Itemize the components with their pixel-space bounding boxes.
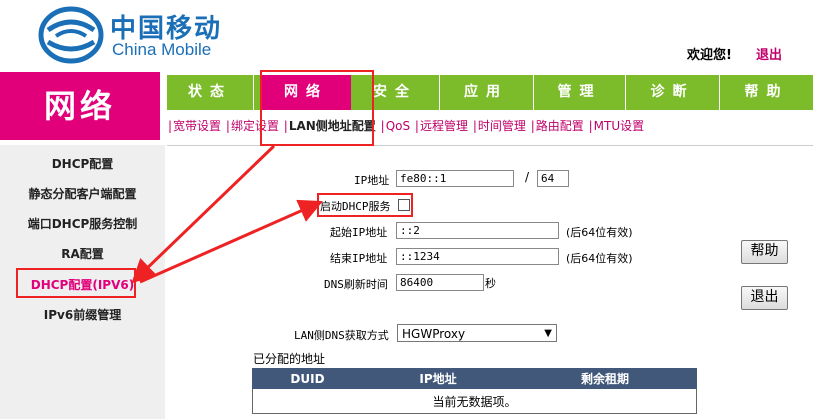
main-tab-bar: 状态 网络 安全 应用 管理 诊断 帮助 <box>167 75 813 110</box>
brand-name-en: China Mobile <box>112 40 212 59</box>
sidebar-item-ipv6-prefix[interactable]: IPv6前缀管理 <box>0 303 165 327</box>
dns-refresh-label: DNS刷新时间 <box>324 278 388 291</box>
end-ip-label: 结束IP地址 <box>330 252 388 265</box>
assigned-title: 已分配的地址 <box>253 352 326 366</box>
tab-application[interactable]: 应用 <box>439 75 534 110</box>
tab-network[interactable]: 网络 <box>261 75 351 110</box>
exit-button[interactable]: 退出 <box>741 286 788 310</box>
column-duid: DUID <box>252 368 363 389</box>
prefix-separator: / <box>525 170 530 184</box>
subnav-time-management[interactable]: 时间管理 <box>478 119 526 133</box>
ip-address-label: IP地址 <box>354 174 390 187</box>
sidebar-item-port-dhcp[interactable]: 端口DHCP服务控制 <box>0 212 165 236</box>
sidebar-item-ra[interactable]: RA配置 <box>0 242 165 266</box>
tab-security[interactable]: 安全 <box>351 75 440 110</box>
subnav-remote-management[interactable]: 远程管理 <box>420 119 468 133</box>
section-title: 网络 <box>0 72 160 140</box>
dns-mode-select[interactable]: HGWProxy ▼ <box>397 324 557 342</box>
tab-status[interactable]: 状态 <box>167 75 254 110</box>
china-mobile-logo: 中国移动 China Mobile <box>38 6 238 64</box>
prefix-length-input[interactable] <box>537 170 569 187</box>
tab-management[interactable]: 管理 <box>534 75 626 110</box>
china-mobile-logo-icon <box>38 6 104 64</box>
dns-refresh-unit: 秒 <box>485 277 496 290</box>
assigned-address-table: DUID IP地址 剩余租期 当前无数据项。 <box>252 368 697 414</box>
logout-link[interactable]: 退出 <box>756 44 782 63</box>
subnav-mtu[interactable]: MTU设置 <box>594 119 644 133</box>
column-remaining-lease: 剩余租期 <box>513 368 697 389</box>
arrow-to-dhcp-service <box>139 199 323 284</box>
subnav-qos[interactable]: QoS <box>386 119 410 133</box>
subnav-binding[interactable]: 绑定设置 <box>231 119 279 133</box>
start-ip-note: (后64位有效) <box>566 226 633 239</box>
end-ip-input[interactable] <box>396 248 559 265</box>
subnav-broadband[interactable]: 宽带设置 <box>173 119 221 133</box>
table-row: 当前无数据项。 <box>252 388 697 414</box>
start-ip-input[interactable] <box>396 222 559 239</box>
dns-mode-value: HGWProxy <box>402 327 466 341</box>
tab-diagnostics[interactable]: 诊断 <box>626 75 720 110</box>
empty-table-message: 当前无数据项。 <box>252 388 697 414</box>
sidebar-item-dhcpv6[interactable]: DHCP配置(IPV6) <box>0 273 165 297</box>
subnav-route-config[interactable]: 路由配置 <box>536 119 584 133</box>
ip-address-input[interactable] <box>396 170 514 187</box>
sidebar: DHCP配置 静态分配客户端配置 端口DHCP服务控制 RA配置 DHCP配置(… <box>0 145 165 419</box>
dns-mode-label: LAN侧DNS获取方式 <box>294 329 389 342</box>
help-button[interactable]: 帮助 <box>741 240 788 264</box>
column-ip-address: IP地址 <box>362 368 514 389</box>
welcome-text: 欢迎您! <box>687 48 732 63</box>
sidebar-item-dhcp[interactable]: DHCP配置 <box>0 152 165 176</box>
dhcp-enable-checkbox[interactable] <box>398 199 410 211</box>
content-divider <box>167 145 813 146</box>
tab-help[interactable]: 帮助 <box>720 75 813 110</box>
sidebar-item-static-dhcp[interactable]: 静态分配客户端配置 <box>0 182 165 206</box>
dns-refresh-input[interactable] <box>396 274 484 291</box>
dhcp-enable-label: 启动DHCP服务 <box>320 200 391 213</box>
sub-navigation: |宽带设置 |绑定设置 |LAN侧地址配置 |QoS |远程管理 |时间管理 |… <box>168 119 645 133</box>
subnav-lan-address[interactable]: LAN侧地址配置 <box>289 119 376 133</box>
end-ip-note: (后64位有效) <box>566 252 633 265</box>
start-ip-label: 起始IP地址 <box>330 226 388 239</box>
chevron-down-icon: ▼ <box>544 328 552 339</box>
